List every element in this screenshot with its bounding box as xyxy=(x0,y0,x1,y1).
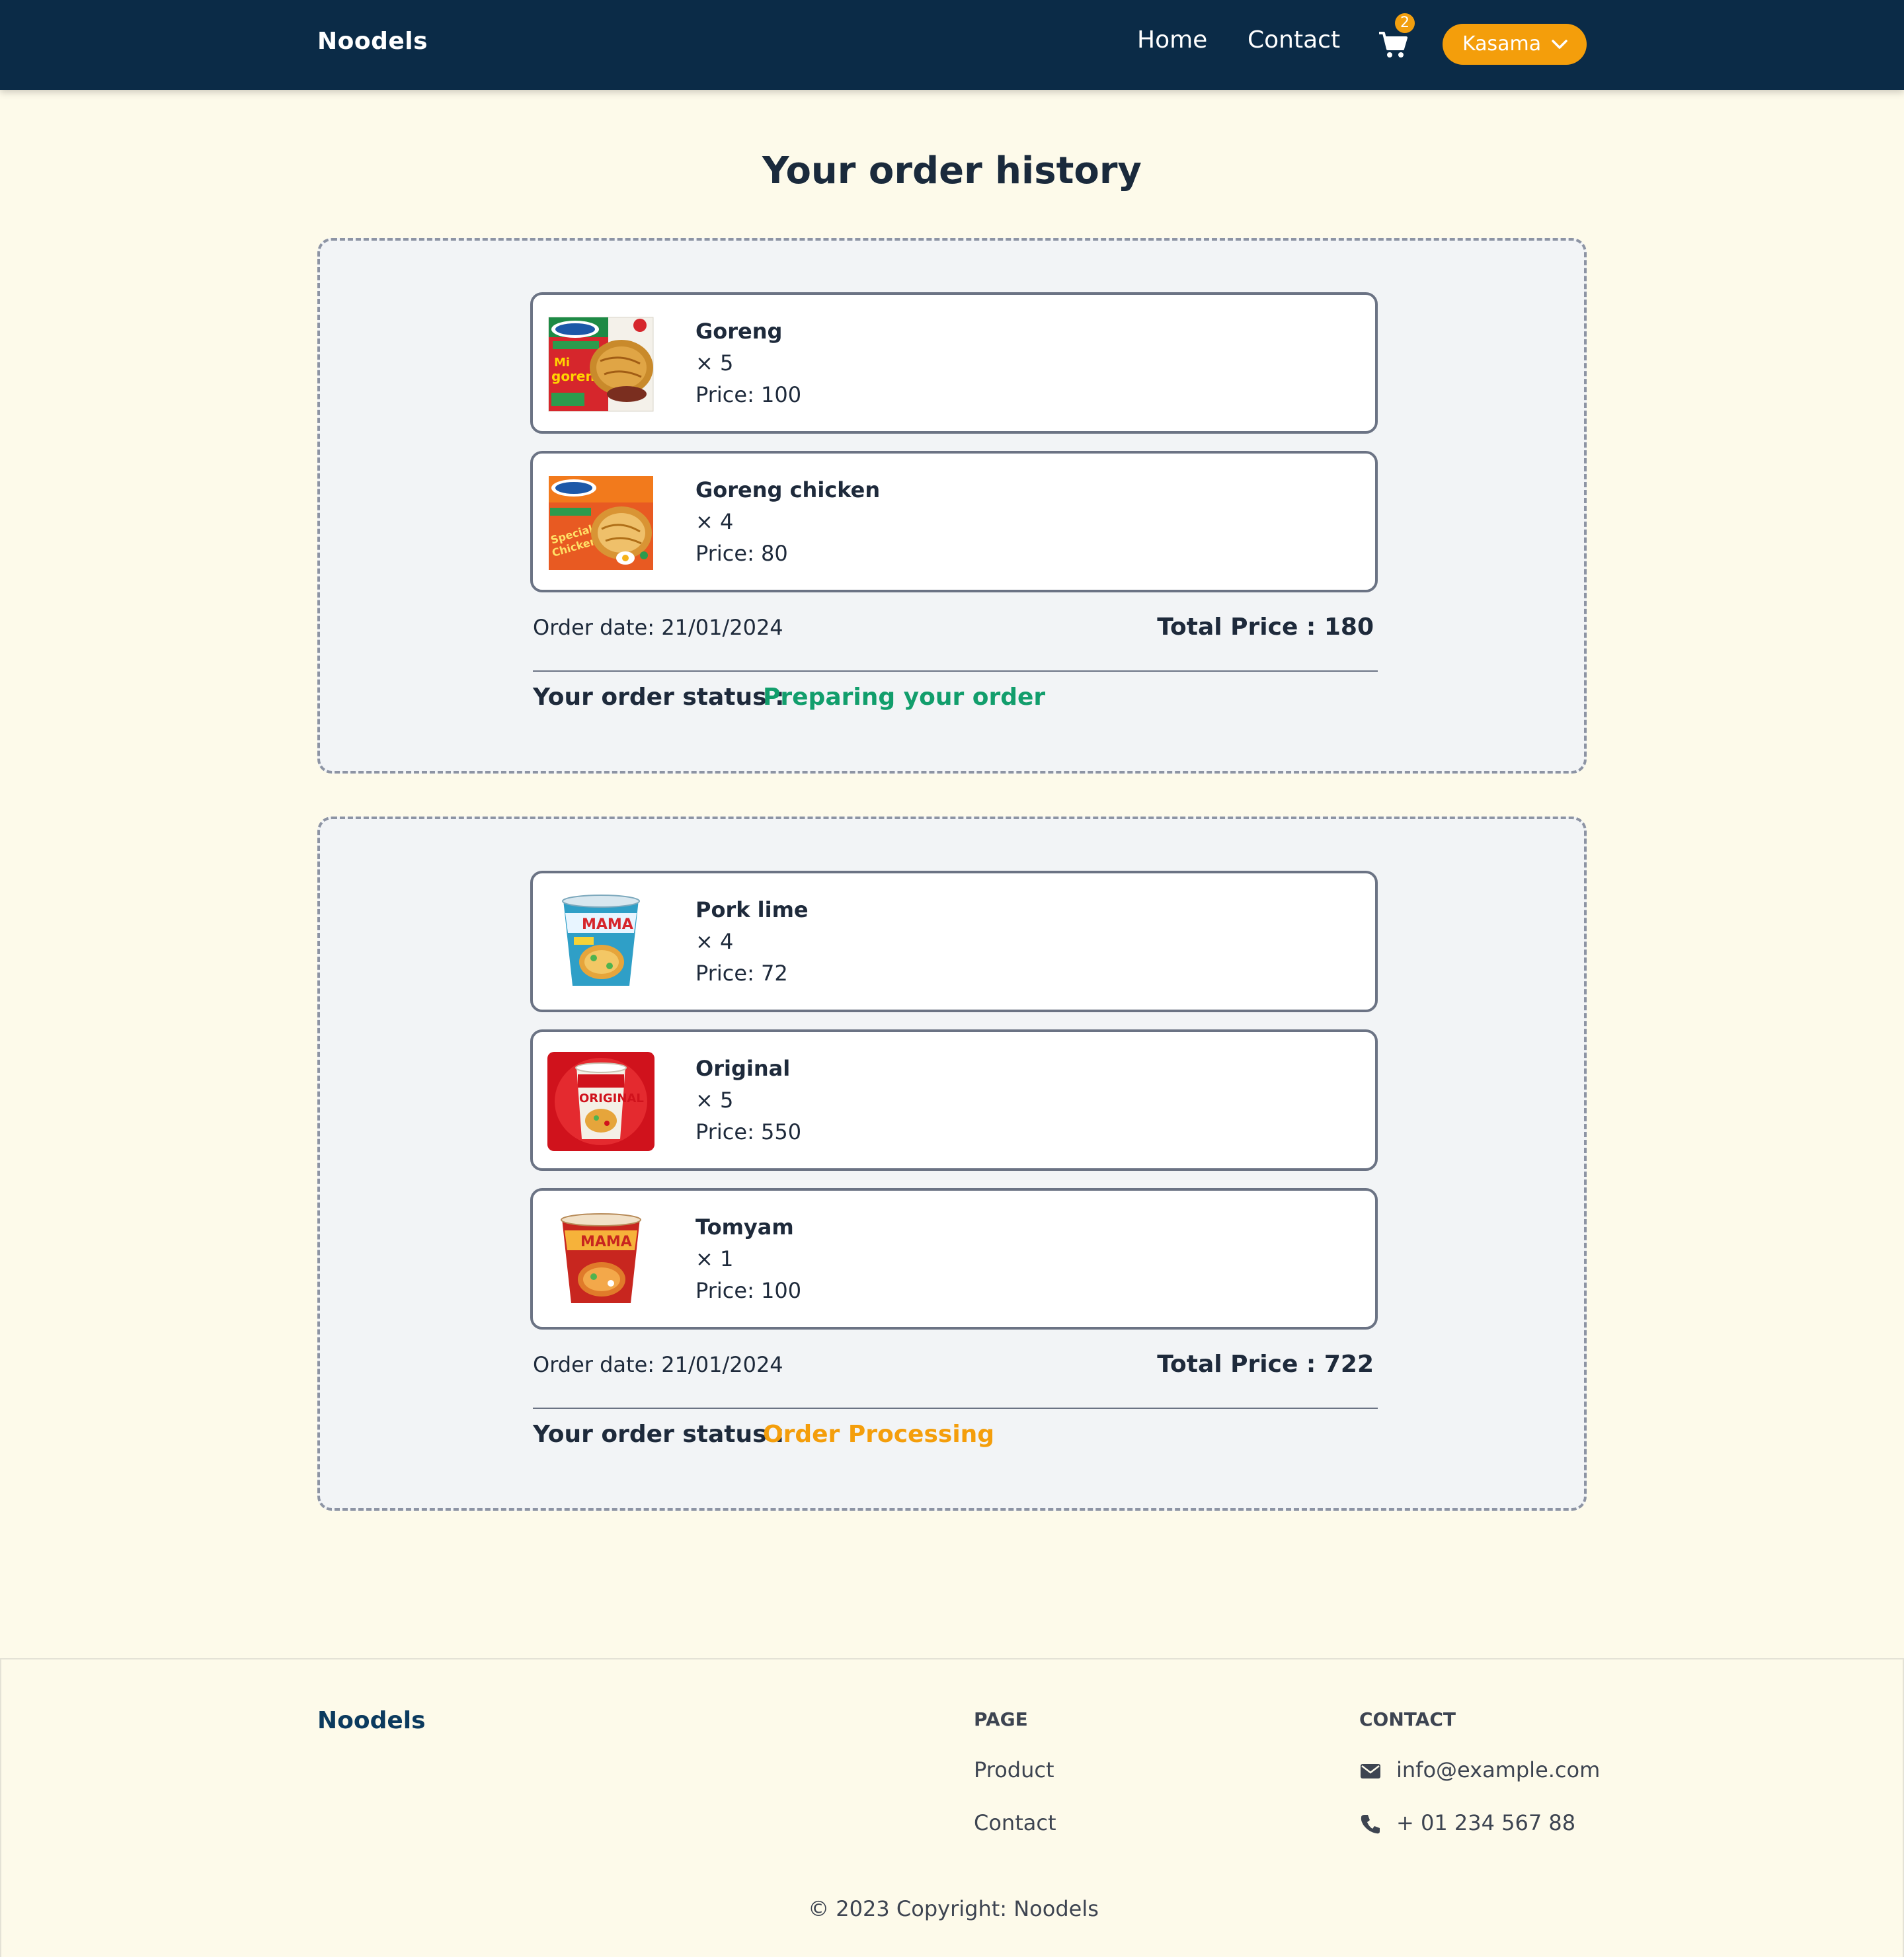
footer-brand[interactable]: Noodels xyxy=(317,1707,426,1734)
cart-count-badge: 2 xyxy=(1395,13,1415,33)
order-item: MAMA Tomyam × 1 Price: 100 xyxy=(530,1188,1378,1330)
order-date: Order date: 21/01/2024 xyxy=(533,1352,783,1377)
footer-phone[interactable]: + 01 234 567 88 xyxy=(1396,1810,1575,1835)
order-total-price: Total Price : 180 xyxy=(1157,614,1374,641)
nav-link-contact[interactable]: Contact xyxy=(1248,26,1340,54)
order-status-value: Order Processing xyxy=(763,1421,995,1448)
footer-link-contact[interactable]: Contact xyxy=(974,1810,1056,1835)
order-divider xyxy=(533,1408,1378,1409)
item-price: Price: 100 xyxy=(695,382,802,407)
order-date: Order date: 21/01/2024 xyxy=(533,615,783,640)
footer-heading-contact: CONTACT xyxy=(1359,1708,1456,1730)
product-image-pork-lime: MAMA xyxy=(547,893,654,992)
svg-text:MAMA: MAMA xyxy=(580,1234,632,1250)
order-divider xyxy=(533,670,1378,672)
item-quantity: × 5 xyxy=(695,350,734,376)
svg-text:ORIGINAL: ORIGINAL xyxy=(579,1092,644,1105)
item-quantity: × 4 xyxy=(695,509,734,534)
page-title: Your order history xyxy=(762,149,1142,192)
item-name: Tomyam xyxy=(695,1215,794,1240)
brand-logo[interactable]: Noodels xyxy=(317,28,428,55)
item-name: Pork lime xyxy=(695,897,809,922)
order-total-price: Total Price : 722 xyxy=(1157,1351,1374,1378)
product-image-goreng-chicken: Special Chicken xyxy=(547,473,654,573)
order-card: Mi goreng Goreng × 5 Price: 100 Special … xyxy=(317,238,1587,774)
chevron-down-icon xyxy=(1552,40,1567,49)
shopping-cart-icon[interactable] xyxy=(1378,30,1408,60)
svg-text:Mi: Mi xyxy=(554,356,570,370)
order-card: MAMA Pork lime × 4 Price: 72 ORIGINAL Or… xyxy=(317,817,1587,1511)
order-status-value: Preparing your order xyxy=(763,684,1046,711)
item-price: Price: 100 xyxy=(695,1278,802,1303)
navbar: Noodels Home Contact 2 Kasama xyxy=(0,0,1904,90)
item-name: Goreng xyxy=(695,319,783,344)
item-quantity: × 1 xyxy=(695,1246,734,1271)
svg-text:MAMA: MAMA xyxy=(582,916,633,933)
order-item: Special Chicken Goreng chicken × 4 Price… xyxy=(530,451,1378,592)
item-price: Price: 80 xyxy=(695,541,788,566)
phone-icon xyxy=(1361,1815,1380,1834)
copyright-text: © 2023 Copyright: Noodels xyxy=(808,1896,1099,1921)
footer: Noodels PAGE Product Contact CONTACT inf… xyxy=(0,1658,1904,1957)
user-name-label: Kasama xyxy=(1462,32,1542,56)
envelope-icon xyxy=(1361,1764,1380,1778)
order-item: Mi goreng Goreng × 5 Price: 100 xyxy=(530,292,1378,434)
product-image-tomyam: MAMA xyxy=(547,1211,654,1310)
order-status-label: Your order status : xyxy=(533,684,785,711)
footer-email[interactable]: info@example.com xyxy=(1396,1757,1600,1782)
item-quantity: × 4 xyxy=(695,929,734,954)
order-item: MAMA Pork lime × 4 Price: 72 xyxy=(530,871,1378,1012)
footer-heading-page: PAGE xyxy=(974,1708,1028,1730)
item-name: Original xyxy=(695,1056,791,1081)
product-image-goreng: Mi goreng xyxy=(547,315,654,414)
order-item: ORIGINAL Original × 5 Price: 550 xyxy=(530,1029,1378,1171)
order-status-label: Your order status : xyxy=(533,1421,785,1448)
nav-link-home[interactable]: Home xyxy=(1137,26,1207,54)
item-price: Price: 550 xyxy=(695,1119,802,1144)
user-menu-button[interactable]: Kasama xyxy=(1443,24,1587,65)
item-name: Goreng chicken xyxy=(695,477,881,502)
footer-link-product[interactable]: Product xyxy=(974,1757,1054,1782)
item-price: Price: 72 xyxy=(695,961,788,986)
product-image-original: ORIGINAL xyxy=(547,1052,654,1151)
item-quantity: × 5 xyxy=(695,1088,734,1113)
